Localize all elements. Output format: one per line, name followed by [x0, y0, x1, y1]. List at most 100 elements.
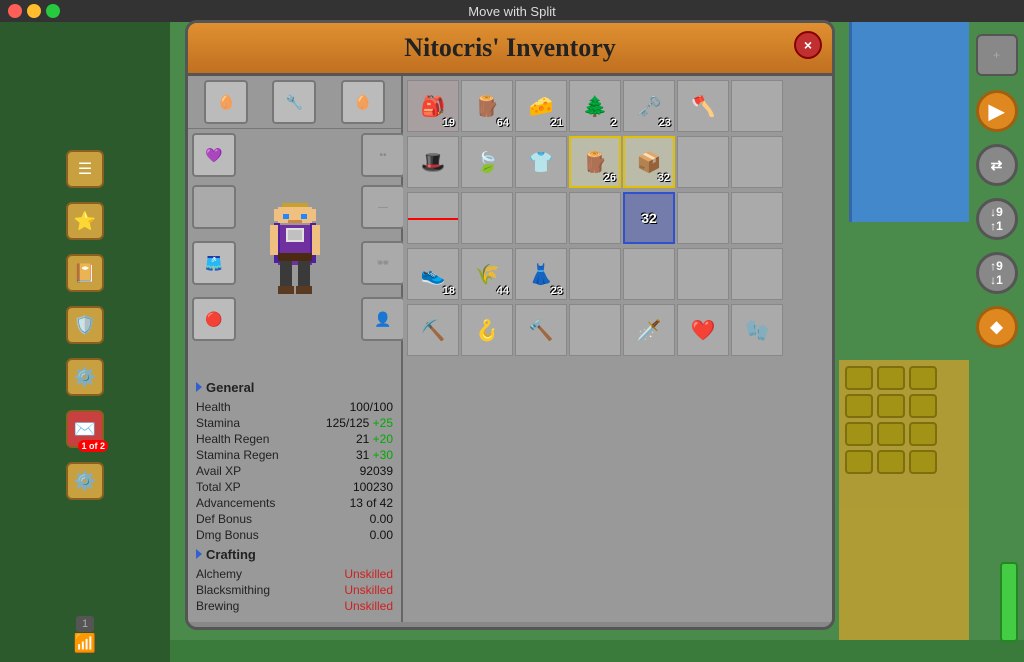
inv-cell-3-5[interactable]: 32: [623, 192, 675, 244]
inv-cell-2-5[interactable]: 📦 32: [623, 136, 675, 188]
sidebar-book-icon[interactable]: 📔: [66, 254, 104, 292]
modal-title: Nitocris' Inventory: [404, 33, 616, 62]
inv-cell-5-2[interactable]: 🪝: [461, 304, 513, 356]
window-max-btn[interactable]: [46, 4, 60, 18]
sidebar-shield-icon[interactable]: 🛡️: [66, 306, 104, 344]
stat-row-brewing: Brewing Unskilled: [196, 598, 393, 614]
inv-cell-4-6[interactable]: [677, 248, 729, 300]
stat-adv-label: Advancements: [196, 496, 275, 510]
inv-cell-3-1[interactable]: [407, 192, 459, 244]
equip-slot-ring1[interactable]: [192, 185, 236, 229]
item-count-1-4: 2: [611, 117, 617, 129]
item-icon-heart: ❤️: [691, 318, 716, 343]
wifi-icon: 📶: [74, 633, 96, 654]
item-icon-sword: 🗡️: [637, 318, 662, 343]
item-icon-key: 🗝️: [637, 94, 662, 119]
item-icon-shirt: 👕: [529, 150, 554, 175]
stat-axp-label: Avail XP: [196, 464, 241, 478]
equip-slot-chest[interactable]: 👤: [361, 297, 405, 341]
window-close-btn[interactable]: [8, 4, 22, 18]
item-icon-pickaxe: ⛏️: [421, 318, 446, 343]
general-section-title: General: [196, 380, 393, 395]
inv-cell-4-2[interactable]: 🌾 44: [461, 248, 513, 300]
equip-slot-legs[interactable]: 🩳: [192, 241, 236, 285]
inv-cell-5-5[interactable]: 🗡️: [623, 304, 675, 356]
item-icon-axe: 🪓: [691, 94, 716, 119]
inv-grid-row2: 🎩 🍃 👕 🪵 26 📦 32: [407, 136, 828, 188]
inv-cell-5-7[interactable]: 🧤: [731, 304, 783, 356]
inv-cell-1-6[interactable]: 🪓: [677, 80, 729, 132]
inv-cell-3-7[interactable]: [731, 192, 783, 244]
stats-panel: General Health 100/100 Stamina 125/125 +…: [188, 372, 401, 623]
equip-slot-boots[interactable]: 🔴: [192, 297, 236, 341]
sidebar-star-icon[interactable]: ⭐: [66, 202, 104, 240]
inv-cell-3-4[interactable]: [569, 192, 621, 244]
item-count-4-2: 44: [497, 285, 509, 297]
sort-desc-btn[interactable]: ↓9↑1: [976, 198, 1018, 240]
inv-row-3: 32 📜: [407, 192, 828, 244]
equip-slot-gloves[interactable]: 🕶: [361, 241, 405, 285]
right-arrow-btn[interactable]: ▶: [976, 90, 1018, 132]
item-count-1-2: 64: [497, 117, 509, 129]
inv-cell-2-1[interactable]: 🎩: [407, 136, 459, 188]
stat-dmg-label: Dmg Bonus: [196, 528, 259, 542]
inv-cell-4-3[interactable]: 👗 23: [515, 248, 567, 300]
plus-btn[interactable]: +: [976, 34, 1018, 76]
inv-cell-5-6[interactable]: ❤️: [677, 304, 729, 356]
modal-close-btn[interactable]: ×: [794, 31, 822, 59]
inv-cell-1-7[interactable]: [731, 80, 783, 132]
hay-terrain: [839, 360, 969, 640]
inv-cell-1-3[interactable]: 🧀 21: [515, 80, 567, 132]
inv-cell-5-4[interactable]: [569, 304, 621, 356]
inv-cell-3-3[interactable]: [515, 192, 567, 244]
inv-cell-4-5[interactable]: [623, 248, 675, 300]
inv-cell-2-3[interactable]: 👕: [515, 136, 567, 188]
transfer-btn[interactable]: ⇄: [976, 144, 1018, 186]
window-controls[interactable]: [8, 4, 60, 18]
equip-slot-ring2[interactable]: ••: [361, 133, 405, 177]
equip-slot-weapon[interactable]: 🔧: [272, 80, 316, 124]
equip-slot-ring3[interactable]: —: [361, 185, 405, 229]
stat-def-value: 0.00: [370, 512, 393, 526]
window-min-btn[interactable]: [27, 4, 41, 18]
inv-cell-3-2[interactable]: [461, 192, 513, 244]
stat-sr-value: 31 +30: [356, 448, 393, 462]
inv-cell-4-7[interactable]: [731, 248, 783, 300]
item-icon-cheese: 🧀: [529, 94, 554, 119]
inv-grid-row3: 32 📜: [407, 192, 828, 244]
equip-slot-offhand[interactable]: 🥚: [341, 80, 385, 124]
inv-cell-2-7[interactable]: [731, 136, 783, 188]
inv-cell-1-1[interactable]: 🎒 19: [407, 80, 459, 132]
stat-hr-label: Health Regen: [196, 432, 269, 446]
inv-cell-5-1[interactable]: ⛏️: [407, 304, 459, 356]
item-icon-dress: 👗: [529, 262, 554, 287]
inv-cell-4-1[interactable]: 👟 18: [407, 248, 459, 300]
inv-cell-1-5[interactable]: 🗝️ 23: [623, 80, 675, 132]
inv-cell-1-2[interactable]: 🪵 64: [461, 80, 513, 132]
inv-cell-1-4[interactable]: 🌲 2: [569, 80, 621, 132]
inv-cell-3-6[interactable]: [677, 192, 729, 244]
mail-badge: 1 of 2: [78, 440, 108, 452]
item-count-3-5: 32: [641, 210, 657, 226]
inv-cell-2-2[interactable]: 🍃: [461, 136, 513, 188]
equip-slot-amulet[interactable]: 💜: [192, 133, 236, 177]
stat-row-stamina-regen: Stamina Regen 31 +30: [196, 447, 393, 463]
item-count-2-4: 26: [604, 172, 616, 184]
inv-cell-2-6[interactable]: [677, 136, 729, 188]
equip-slot-head[interactable]: 🥚: [204, 80, 248, 124]
inv-grid-row1: 🎒 19 🪵 64 🧀 21 🌲: [407, 80, 828, 132]
sidebar-cog-icon[interactable]: ⚙️: [66, 358, 104, 396]
stat-row-total-xp: Total XP 100230: [196, 479, 393, 495]
inv-cell-2-4[interactable]: 🪵 26: [569, 136, 621, 188]
swap-btn[interactable]: ◆: [976, 306, 1018, 348]
inv-cell-5-3[interactable]: 🔨: [515, 304, 567, 356]
item-count-2-5: 32: [658, 172, 670, 184]
inv-cell-4-4[interactable]: [569, 248, 621, 300]
sidebar-menu-icon[interactable]: ☰: [66, 150, 104, 188]
stat-row-blacksmithing: Blacksmithing Unskilled: [196, 582, 393, 598]
sidebar-settings-icon[interactable]: ⚙️: [66, 462, 104, 500]
stat-stamina-label: Stamina: [196, 416, 240, 430]
character-sprite-area: [234, 129, 355, 372]
crafting-triangle-icon: [196, 549, 202, 559]
sort-asc-btn[interactable]: ↑9↓1: [976, 252, 1018, 294]
